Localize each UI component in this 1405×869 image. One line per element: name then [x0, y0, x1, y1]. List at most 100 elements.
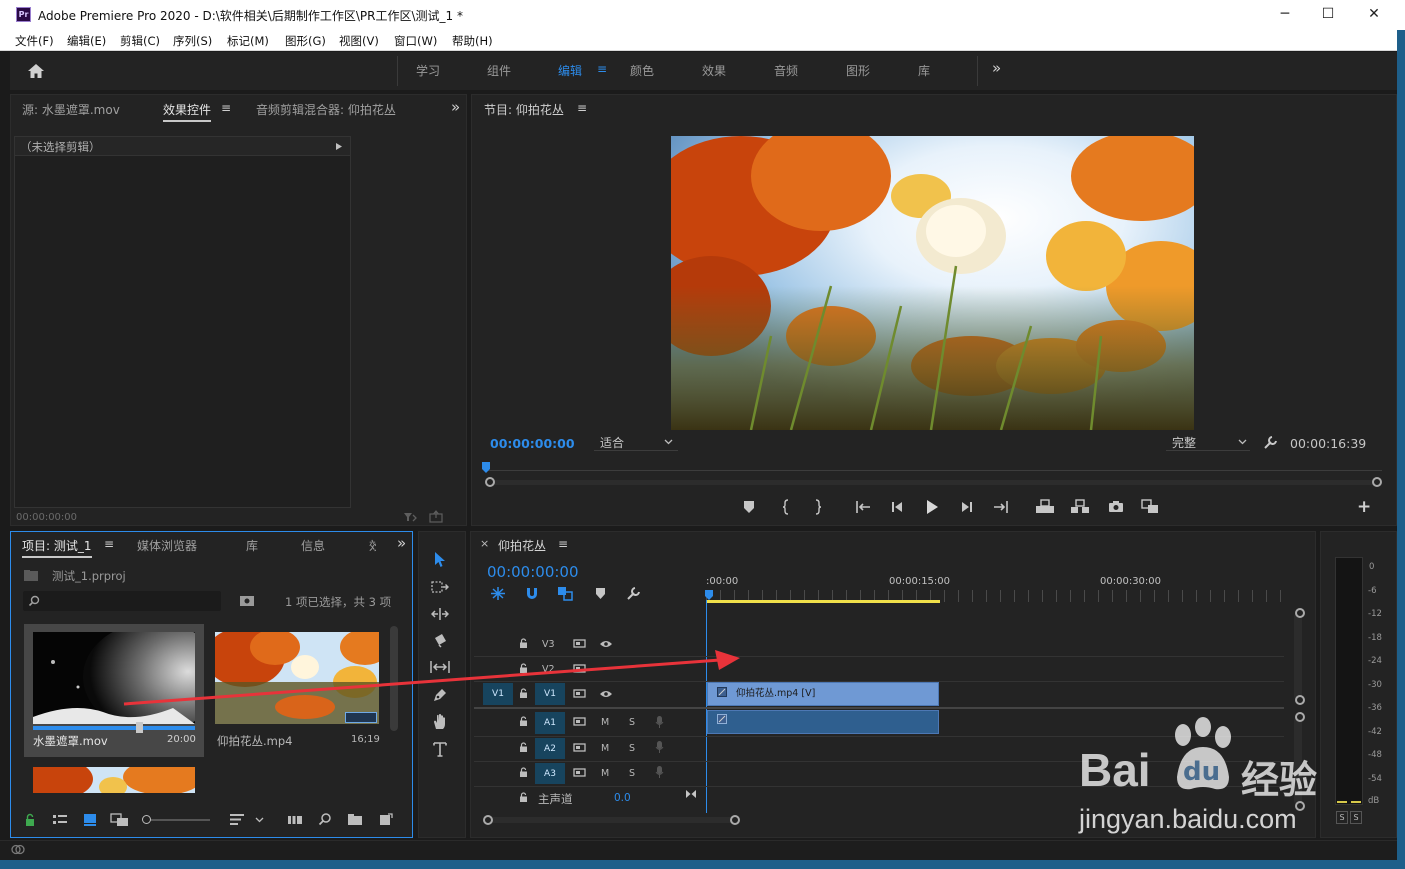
track-lock-icon[interactable]	[519, 742, 528, 753]
home-icon[interactable]	[27, 63, 45, 79]
track-name-a1[interactable]: A1	[535, 712, 565, 734]
track-name-a3[interactable]: A3	[535, 763, 565, 784]
sort-icon[interactable]	[229, 813, 245, 826]
nest-toggle-icon[interactable]	[490, 586, 506, 601]
track-name-a2[interactable]: A2	[535, 738, 565, 759]
track-lock-icon[interactable]	[519, 767, 528, 778]
menu-edit[interactable]: 编辑(E)	[67, 33, 106, 49]
sync-lock-icon[interactable]	[573, 767, 586, 778]
workspace-tab-effects[interactable]: 效果	[702, 62, 726, 79]
track-lock-icon[interactable]	[519, 792, 528, 803]
step-back-icon[interactable]	[890, 500, 904, 514]
hand-tool-icon[interactable]	[432, 713, 448, 730]
maximize-icon[interactable]: ☐	[1318, 6, 1338, 22]
type-tool-icon[interactable]	[433, 741, 447, 757]
menu-window[interactable]: 窗口(W)	[394, 33, 437, 49]
menu-sequence[interactable]: 序列(S)	[173, 33, 212, 49]
find-icon[interactable]	[318, 812, 332, 826]
playhead-icon[interactable]	[481, 461, 491, 475]
go-to-in-icon[interactable]	[855, 500, 871, 514]
tab-effect-controls[interactable]: 效果控件	[163, 101, 212, 122]
workspace-overflow-icon[interactable]: »	[992, 59, 1001, 77]
creative-cloud-sync-icon[interactable]	[10, 843, 26, 856]
freeform-view-icon[interactable]	[110, 813, 130, 827]
track-select-tool-icon[interactable]	[431, 580, 449, 594]
workspace-tab-assembly[interactable]: 组件	[487, 62, 511, 79]
video-tracks-scrollbar[interactable]	[1294, 613, 1302, 700]
tab-info[interactable]: 信息	[301, 537, 325, 554]
timeline-timecode[interactable]: 00:00:00:00	[487, 563, 579, 581]
solo-button[interactable]: S	[629, 768, 635, 779]
tab-project[interactable]: 项目: 测试_1	[22, 537, 92, 558]
workspace-tab-libraries[interactable]: 库	[918, 62, 930, 79]
zoom-slider[interactable]	[146, 819, 210, 821]
solo-right-button[interactable]: S	[1350, 811, 1362, 824]
razor-tool-icon[interactable]	[433, 633, 448, 648]
solo-left-button[interactable]: S	[1336, 811, 1348, 824]
close-icon[interactable]: ✕	[1364, 6, 1384, 22]
mark-out-icon[interactable]	[813, 499, 823, 515]
scroll-handle[interactable]	[483, 815, 493, 825]
tab-effects-truncated[interactable]: 效	[369, 537, 376, 554]
menu-marker[interactable]: 标记(M)	[227, 33, 269, 49]
workspace-tab-graphics[interactable]: 图形	[846, 62, 870, 79]
lift-icon[interactable]	[1035, 499, 1055, 514]
program-monitor-menu-icon[interactable]: ≡	[577, 101, 587, 115]
voiceover-mic-icon[interactable]	[655, 765, 664, 779]
playback-resolution-dropdown[interactable]: 完整	[1166, 433, 1250, 451]
fit-dropdown[interactable]: 适合	[594, 433, 678, 451]
sequence-tab[interactable]: 仰拍花丛	[498, 537, 546, 554]
tab-libraries[interactable]: 库	[246, 537, 258, 554]
new-search-bin-icon[interactable]	[239, 594, 255, 607]
timeline-horizontal-scrollbar[interactable]	[487, 817, 735, 823]
chevron-down-icon[interactable]	[255, 817, 264, 823]
filter-icon[interactable]	[403, 511, 417, 523]
icon-view-icon[interactable]	[83, 813, 97, 827]
extract-icon[interactable]	[1070, 499, 1090, 514]
workspace-tab-color[interactable]: 颜色	[630, 62, 654, 79]
close-sequence-icon[interactable]: ×	[480, 537, 489, 550]
track-lock-icon[interactable]	[519, 716, 528, 727]
playhead-timecode[interactable]: 00:00:00:00	[490, 436, 575, 451]
lock-icon[interactable]	[24, 813, 36, 827]
solo-button[interactable]: S	[629, 717, 635, 728]
workspace-tab-audio[interactable]: 音频	[774, 62, 798, 79]
zoom-slider-handle[interactable]	[142, 815, 151, 824]
snap-magnet-icon[interactable]	[525, 587, 539, 600]
zoom-handle-right[interactable]	[1372, 477, 1382, 487]
timeline-marker-icon[interactable]	[595, 587, 606, 600]
linked-selection-icon[interactable]	[557, 586, 573, 601]
minimize-icon[interactable]: ─	[1275, 6, 1295, 22]
play-only-icon[interactable]	[335, 142, 343, 151]
timeline-settings-wrench-icon[interactable]	[626, 586, 641, 601]
menu-view[interactable]: 视图(V)	[339, 33, 379, 49]
project-search-input[interactable]	[23, 591, 221, 611]
menu-file[interactable]: 文件(F)	[15, 33, 54, 49]
audio-clip[interactable]	[707, 710, 939, 734]
mute-button[interactable]: M	[601, 768, 609, 779]
solo-button[interactable]: S	[629, 743, 635, 754]
menu-graphics[interactable]: 图形(G)	[285, 33, 326, 49]
program-monitor-title[interactable]: 节目: 仰拍花丛	[484, 101, 564, 118]
work-area-bar[interactable]	[706, 600, 940, 603]
mute-button[interactable]: M	[601, 743, 609, 754]
scroll-handle[interactable]	[730, 815, 740, 825]
scroll-handle[interactable]	[1295, 695, 1305, 705]
master-volume-value[interactable]: 0.0	[614, 792, 631, 804]
voiceover-mic-icon[interactable]	[655, 740, 664, 754]
zoom-scrollbar[interactable]	[489, 480, 1377, 485]
menu-help[interactable]: 帮助(H)	[452, 33, 493, 49]
export-frame-icon[interactable]	[429, 510, 443, 523]
workspace-menu-icon[interactable]: ≡	[597, 62, 607, 76]
monitor-time-ruler[interactable]	[484, 470, 1382, 471]
workspace-tab-learn[interactable]: 学习	[416, 62, 440, 79]
compare-view-icon[interactable]	[1141, 499, 1159, 514]
ripple-edit-tool-icon[interactable]	[431, 607, 449, 621]
go-to-end-icon[interactable]	[685, 789, 697, 799]
sync-lock-icon[interactable]	[573, 716, 586, 727]
list-view-icon[interactable]	[52, 814, 68, 826]
project-overflow-icon[interactable]: »	[397, 534, 406, 552]
add-button-icon[interactable]: +	[1357, 497, 1371, 517]
sequence-tab-menu-icon[interactable]: ≡	[558, 537, 568, 551]
thumbnail-scrubber-handle[interactable]	[136, 722, 143, 733]
